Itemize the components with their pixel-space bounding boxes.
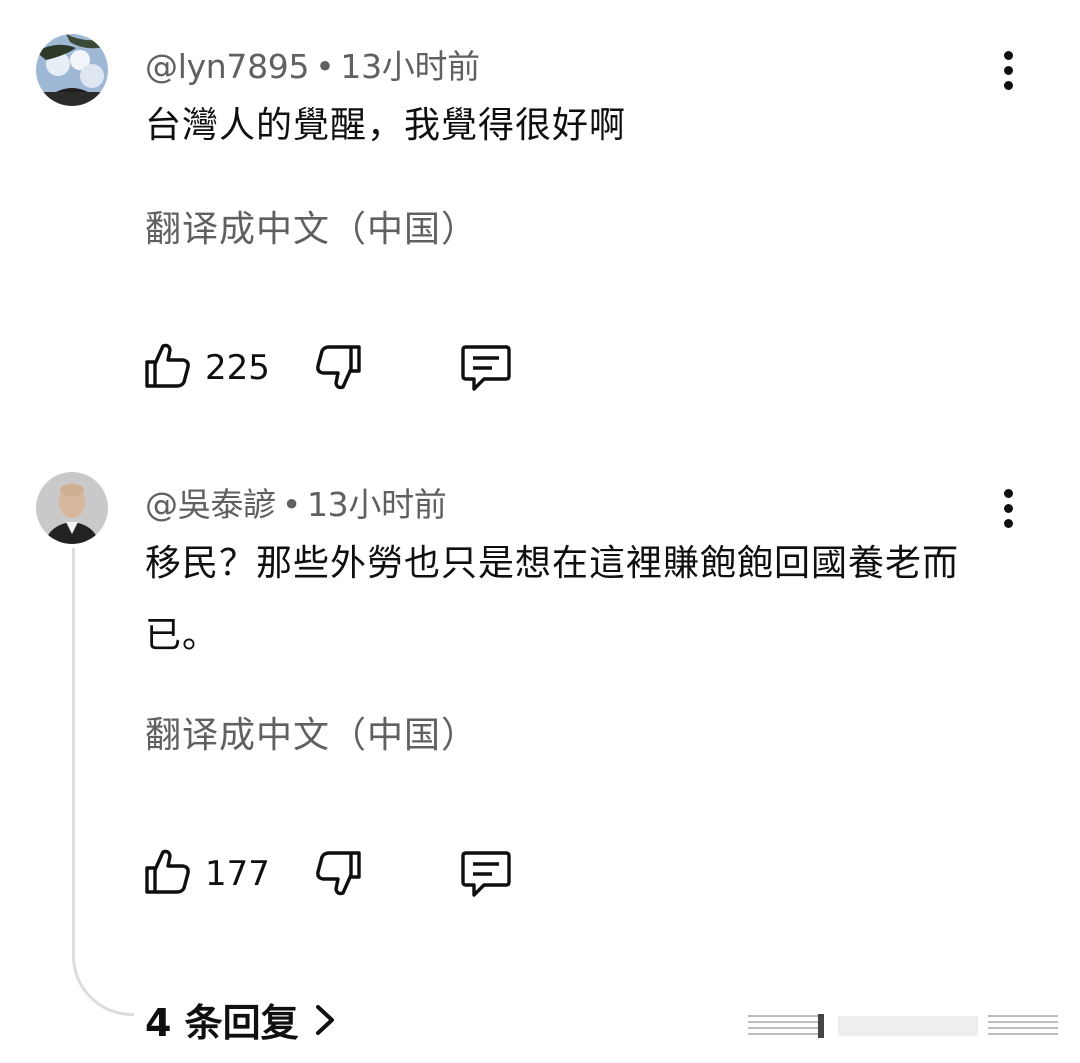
more-vertical-icon [1003, 488, 1013, 498]
avatar[interactable] [36, 472, 108, 544]
like-button[interactable] [143, 846, 193, 896]
translate-link[interactable]: 翻译成中文（中国） [145, 706, 478, 758]
thumb-up-icon [145, 849, 190, 894]
reply-button[interactable] [460, 849, 512, 899]
comment-time: 13小时前 [306, 485, 447, 524]
more-dot [1003, 80, 1013, 90]
avatar[interactable] [36, 34, 108, 106]
watermark-graphic [748, 1014, 1058, 1038]
like-button[interactable] [143, 340, 193, 390]
thread-line [72, 548, 134, 1016]
comment-icon [461, 851, 511, 897]
replies-label: 4 条回复 [145, 1001, 299, 1045]
thumb-down-icon [316, 345, 361, 390]
more-dot [1003, 503, 1013, 513]
like-count: 225 [205, 348, 270, 388]
thumb-up-icon [145, 343, 190, 388]
comment-meta: @lyn7895 • 13小时前 [145, 40, 480, 88]
meta-separator: • [281, 485, 301, 524]
author-name[interactable]: @吳泰諺 [145, 485, 276, 524]
more-vertical-icon [1003, 50, 1013, 60]
translate-link[interactable]: 翻译成中文（中国） [145, 200, 478, 252]
like-count: 177 [205, 854, 270, 894]
comment-meta: @吳泰諺 • 13小时前 [145, 478, 447, 526]
dislike-button[interactable] [313, 343, 363, 393]
thumb-down-icon [316, 851, 361, 896]
comment-text: 台灣人的覺醒，我覺得很好啊 [145, 105, 627, 146]
comment-icon [461, 345, 511, 391]
more-dot [1003, 65, 1013, 75]
author-name[interactable]: @lyn7895 [145, 47, 310, 86]
more-dot [1003, 518, 1013, 528]
meta-separator: • [315, 47, 335, 86]
view-replies-button[interactable]: 4 条回复 [145, 992, 337, 1047]
dislike-button[interactable] [313, 849, 363, 899]
chevron-right-icon [315, 1004, 334, 1035]
comment-text: 移民？那些外勞也只是想在這裡賺飽飽回國養老而已。 [145, 543, 960, 656]
comment-time: 13小时前 [340, 47, 480, 86]
reply-button[interactable] [460, 343, 512, 393]
